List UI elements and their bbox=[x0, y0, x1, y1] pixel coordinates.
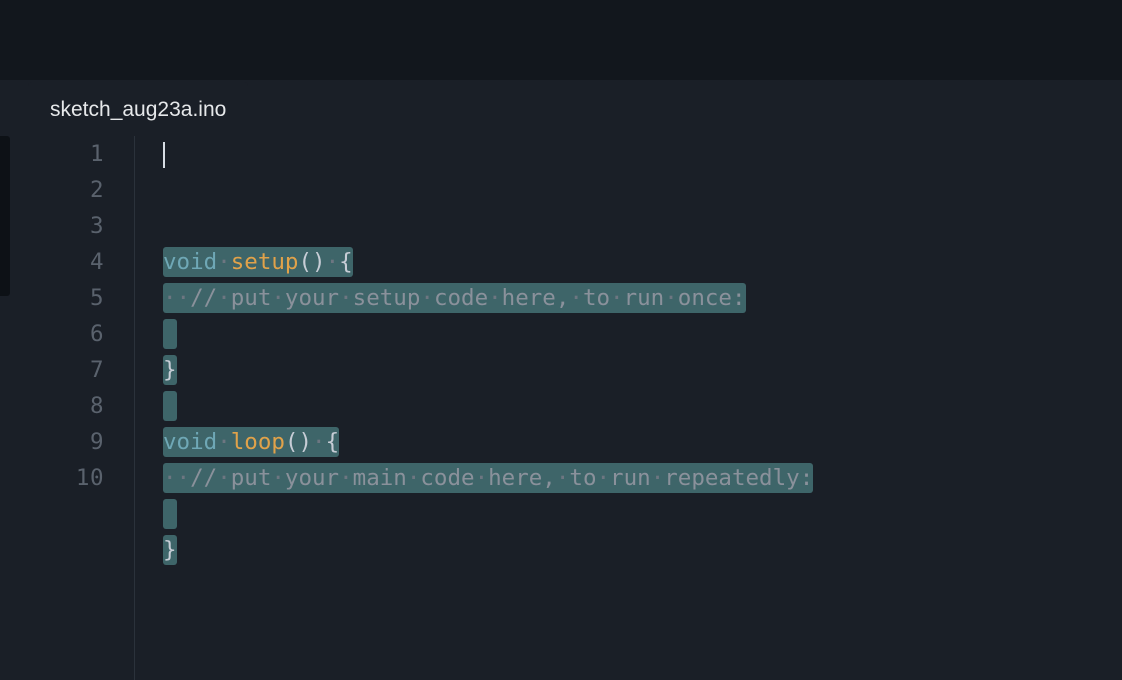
line-number: 10 bbox=[28, 460, 104, 496]
selection bbox=[163, 499, 177, 529]
token-comment: your bbox=[285, 285, 339, 311]
line-number: 7 bbox=[28, 352, 104, 388]
tabs-row: sketch_aug23a.ino bbox=[28, 80, 248, 136]
token-ws: · bbox=[217, 429, 231, 455]
code-line[interactable]: void·setup()·{ bbox=[163, 244, 1122, 280]
code-area[interactable]: void·setup()·{··//·put·your·setup·code·h… bbox=[134, 136, 1122, 680]
selection: } bbox=[163, 355, 177, 385]
token-comment: code bbox=[434, 285, 488, 311]
token-ws: · bbox=[339, 285, 353, 311]
tab-active-file[interactable]: sketch_aug23a.ino bbox=[28, 82, 248, 138]
tab-label: sketch_aug23a.ino bbox=[50, 98, 226, 122]
selection bbox=[163, 319, 177, 349]
token-keyword: void bbox=[163, 429, 217, 455]
token-sel-empty bbox=[163, 393, 177, 419]
token-comment: main bbox=[353, 465, 407, 491]
token-ws: · bbox=[326, 249, 340, 275]
token-punct: () bbox=[298, 249, 325, 275]
token-ws: · bbox=[217, 465, 231, 491]
token-ws: · bbox=[488, 285, 502, 311]
top-bar-spacer bbox=[0, 0, 1122, 80]
line-number: 3 bbox=[28, 208, 104, 244]
token-ws: · bbox=[664, 285, 678, 311]
token-ws: · bbox=[651, 465, 665, 491]
token-comment: setup bbox=[353, 285, 421, 311]
code-line[interactable]: } bbox=[163, 352, 1122, 388]
token-brace: } bbox=[163, 537, 177, 563]
token-sel-empty bbox=[163, 321, 177, 347]
token-comment: code bbox=[420, 465, 474, 491]
token-comment: // bbox=[190, 465, 217, 491]
token-comment: here, bbox=[488, 465, 556, 491]
selection: ··//·put·your·setup·code·here,·to·run·on… bbox=[163, 283, 746, 313]
activity-bar-fragment bbox=[0, 136, 10, 296]
token-ws: · bbox=[597, 465, 611, 491]
token-comment: once: bbox=[678, 285, 746, 311]
token-sel-empty bbox=[163, 501, 177, 527]
token-ws: · bbox=[312, 429, 326, 455]
token-ws: · bbox=[217, 249, 231, 275]
token-ws: · bbox=[339, 465, 353, 491]
token-ws: · bbox=[475, 465, 489, 491]
code-editor[interactable]: 12345678910 void·setup()·{··//·put·your·… bbox=[28, 136, 1122, 680]
token-ws: · bbox=[420, 285, 434, 311]
token-brace: { bbox=[326, 429, 340, 455]
line-number: 6 bbox=[28, 316, 104, 352]
code-line[interactable]: ··//·put·your·main·code·here,·to·run·rep… bbox=[163, 460, 1122, 496]
token-ws: ·· bbox=[163, 465, 190, 491]
selection: void·loop()·{ bbox=[163, 427, 339, 457]
line-number-gutter: 12345678910 bbox=[28, 136, 134, 680]
selection: void·setup()·{ bbox=[163, 247, 353, 277]
token-func: setup bbox=[231, 249, 299, 275]
text-cursor bbox=[163, 142, 165, 168]
code-line[interactable]: } bbox=[163, 532, 1122, 568]
line-number: 5 bbox=[28, 280, 104, 316]
token-comment: to bbox=[583, 285, 610, 311]
token-brace: { bbox=[339, 249, 353, 275]
token-ws: · bbox=[407, 465, 421, 491]
code-line[interactable]: ··//·put·your·setup·code·here,·to·run·on… bbox=[163, 280, 1122, 316]
token-comment: to bbox=[569, 465, 596, 491]
line-number: 9 bbox=[28, 424, 104, 460]
token-ws: ·· bbox=[163, 285, 190, 311]
code-line[interactable] bbox=[163, 388, 1122, 424]
line-number: 8 bbox=[28, 388, 104, 424]
token-comment: // bbox=[190, 285, 217, 311]
token-comment: put bbox=[231, 285, 272, 311]
token-comment: here, bbox=[502, 285, 570, 311]
token-ws: · bbox=[556, 465, 570, 491]
token-func: loop bbox=[231, 429, 285, 455]
token-comment: repeatedly: bbox=[664, 465, 813, 491]
token-comment: run bbox=[610, 465, 651, 491]
token-comment: run bbox=[624, 285, 665, 311]
token-brace: } bbox=[163, 357, 177, 383]
code-line[interactable] bbox=[163, 568, 1122, 604]
line-number: 1 bbox=[28, 136, 104, 172]
code-line[interactable] bbox=[163, 496, 1122, 532]
selection: ··//·put·your·main·code·here,·to·run·rep… bbox=[163, 463, 813, 493]
line-number: 4 bbox=[28, 244, 104, 280]
token-ws: · bbox=[569, 285, 583, 311]
token-ws: · bbox=[271, 285, 285, 311]
token-comment: put bbox=[231, 465, 272, 491]
selection: } bbox=[163, 535, 177, 565]
token-ws: · bbox=[217, 285, 231, 311]
code-line[interactable]: void·loop()·{ bbox=[163, 424, 1122, 460]
code-line[interactable] bbox=[163, 316, 1122, 352]
editor-app: sketch_aug23a.ino 12345678910 void·setup… bbox=[0, 0, 1122, 680]
line-number: 2 bbox=[28, 172, 104, 208]
token-keyword: void bbox=[163, 249, 217, 275]
token-ws: · bbox=[610, 285, 624, 311]
token-ws: · bbox=[271, 465, 285, 491]
token-comment: your bbox=[285, 465, 339, 491]
token-punct: () bbox=[285, 429, 312, 455]
selection bbox=[163, 391, 177, 421]
